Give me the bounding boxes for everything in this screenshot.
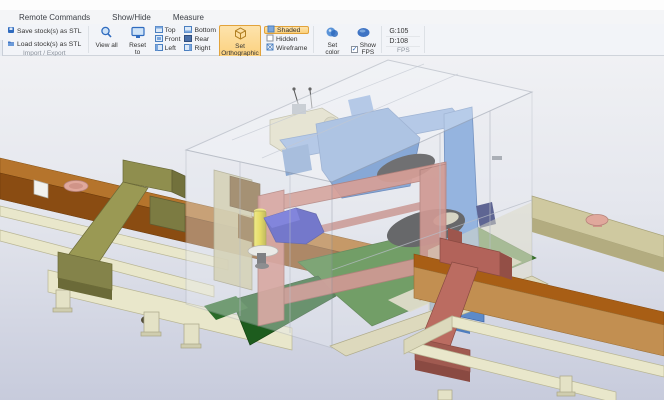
group-options: Set color ✓ Show FPS Options: [315, 25, 380, 55]
view-front-icon: [155, 35, 163, 44]
ribbon-tab-bar: Remote Commands Show/Hide Measure: [0, 10, 664, 24]
group-separator: [313, 26, 314, 53]
load-stl-button[interactable]: Load stock(s) as STL: [5, 38, 84, 50]
save-icon: [7, 26, 15, 36]
view-bottom-icon: [184, 26, 192, 35]
fps-display-value: D:108: [386, 37, 420, 47]
toggle-rear-label: Rear: [194, 36, 209, 43]
group-separator: [424, 26, 425, 53]
toggle-bottom-label: Bottom: [194, 27, 216, 34]
toggle-left[interactable]: Left: [155, 44, 181, 52]
fps-readout: G:105 D:108: [386, 27, 420, 47]
toggle-bottom[interactable]: Bottom: [184, 26, 216, 34]
toggle-front-label: Front: [165, 36, 181, 43]
fps-gpu-value: G:105: [386, 27, 420, 37]
mode-wireframe-label: Wireframe: [276, 45, 307, 52]
mode-shaded-label: Shaded: [277, 27, 300, 34]
load-stl-label: Load stock(s) as STL: [17, 41, 81, 48]
door-handle: [492, 156, 502, 160]
monitor-icon: [131, 26, 145, 41]
set-orthographic-label: Set Orthographic: [221, 43, 259, 57]
group-separator: [88, 26, 89, 53]
view-right-icon: [184, 44, 192, 53]
group-separator: [381, 26, 382, 53]
palette-icon: [325, 26, 340, 41]
mode-hidden[interactable]: Hidden: [264, 35, 309, 43]
toggle-left-label: Left: [165, 45, 176, 52]
toggle-top-label: Top: [165, 27, 176, 34]
render-mode-list: Shaded Hidden Wireframe: [264, 26, 309, 52]
view-direction-toggles: Top Front Left Bottom: [155, 26, 216, 52]
mode-shaded[interactable]: Shaded: [264, 26, 309, 34]
toggle-rear[interactable]: Rear: [184, 35, 216, 43]
show-fps-label: Show FPS: [360, 42, 376, 56]
view-rear-icon: [184, 35, 192, 44]
mode-wireframe[interactable]: Wireframe: [264, 44, 309, 52]
folder-icon: [7, 39, 15, 49]
group-label-fps: FPS: [386, 47, 420, 55]
view-top-icon: [155, 26, 163, 35]
group-view: View all Reset to default Top Front: [90, 25, 313, 55]
group-import-export: Save stock(s) as STL Load stock(s) as ST…: [2, 25, 87, 55]
show-fps-button[interactable]: ✓ Show FPS: [349, 25, 377, 57]
group-fps: G:105 D:108 FPS: [383, 25, 423, 55]
toggle-right[interactable]: Right: [184, 44, 216, 52]
title-bar: [0, 0, 664, 10]
show-fps-checkbox[interactable]: ✓: [351, 46, 358, 53]
view-left-icon: [155, 44, 163, 53]
toggle-right-label: Right: [194, 45, 210, 52]
ribbon: Save stock(s) as STL Load stock(s) as ST…: [0, 24, 664, 56]
application-window: Remote Commands Show/Hide Measure Save s…: [0, 0, 664, 400]
fps-badge-icon: [356, 26, 371, 41]
wireframe-cube-icon: [266, 43, 274, 53]
mode-hidden-label: Hidden: [276, 36, 298, 43]
toggle-front[interactable]: Front: [155, 35, 181, 43]
cube-icon: [234, 27, 247, 42]
toggle-top[interactable]: Top: [155, 26, 181, 34]
magnifier-icon: [100, 26, 113, 41]
view-all-button[interactable]: View all: [93, 25, 121, 50]
set-color-button[interactable]: Set color: [318, 25, 346, 57]
viewport-3d[interactable]: [0, 56, 664, 400]
set-color-label: Set color: [320, 42, 344, 56]
side-fence: [532, 196, 664, 272]
view-all-label: View all: [95, 42, 117, 49]
save-stl-label: Save stock(s) as STL: [17, 28, 82, 35]
tab-remote-commands[interactable]: Remote Commands: [8, 13, 101, 22]
set-orthographic-button[interactable]: Set Orthographic: [219, 25, 261, 59]
tab-measure[interactable]: Measure: [162, 13, 215, 22]
save-stl-button[interactable]: Save stock(s) as STL: [5, 25, 84, 37]
tab-show-hide[interactable]: Show/Hide: [101, 13, 162, 22]
